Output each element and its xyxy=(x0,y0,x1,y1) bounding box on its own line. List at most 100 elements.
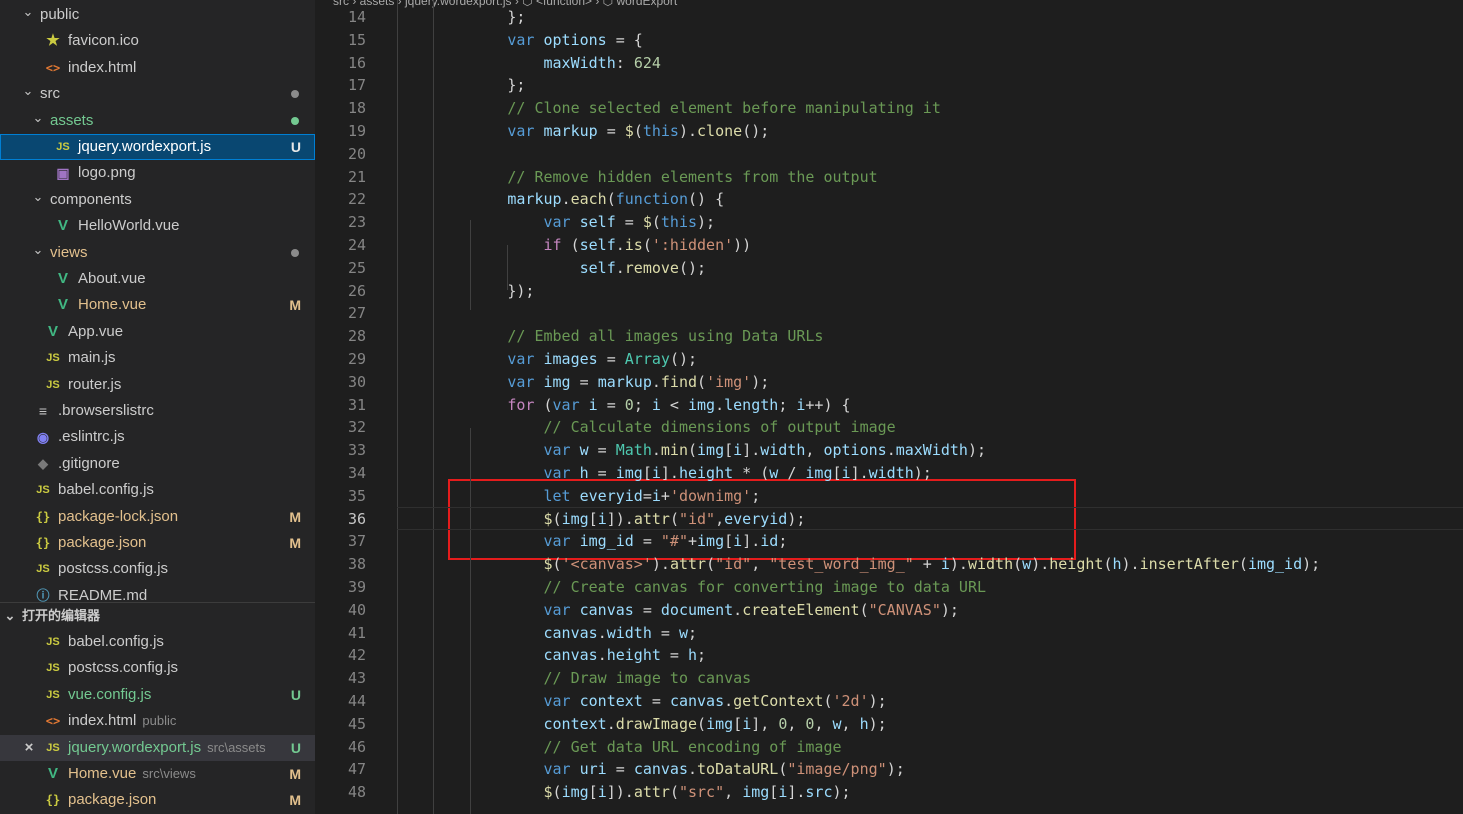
code-token: let xyxy=(399,486,580,505)
code-line[interactable]: // Calculate dimensions of output image xyxy=(399,416,1463,439)
code-token: width xyxy=(760,441,806,460)
code-line[interactable]: $(img[i]).attr("src", img[i].src); xyxy=(399,781,1463,804)
code-token: canvas xyxy=(633,760,688,779)
code-line[interactable]: let everyid=i+'downimg'; xyxy=(399,485,1463,508)
code-token: i xyxy=(651,464,661,482)
explorer-file[interactable]: V App.vue xyxy=(0,319,315,345)
explorer-file[interactable]: V Home.vue M xyxy=(0,292,315,318)
code-line[interactable]: // Clone selected element before manipul… xyxy=(399,97,1463,120)
code-line[interactable] xyxy=(399,143,1463,166)
code-line[interactable]: context.drawImage(img[i], 0, 0, w, h); xyxy=(399,713,1463,736)
code-line[interactable]: markup.each(function() { xyxy=(399,188,1463,211)
code-line[interactable]: var h = img[i].height * (w / img[i].widt… xyxy=(399,462,1463,485)
explorer-file[interactable]: V HelloWorld.vue xyxy=(0,213,315,239)
code-line[interactable]: canvas.height = h; xyxy=(399,644,1463,667)
code-token: canvas xyxy=(579,600,634,619)
explorer-file[interactable]: ⓘ README.md xyxy=(0,583,315,609)
code-line[interactable]: }; xyxy=(399,74,1463,97)
explorer-folder[interactable]: ⌄ assets xyxy=(0,108,315,134)
explorer-file[interactable]: ◉ .eslintrc.js xyxy=(0,424,315,450)
code-line[interactable]: var markup = $(this).clone(); xyxy=(399,120,1463,143)
file-label: package.json xyxy=(58,530,146,556)
explorer-folder[interactable]: ⌄ components xyxy=(0,187,315,213)
explorer-file[interactable]: × JS jquery.wordexport.js src\assets U xyxy=(0,734,315,761)
line-number: 18 xyxy=(347,99,366,118)
code-line[interactable]: $(img[i]).attr("id",everyid); xyxy=(399,508,1463,531)
explorer-file[interactable]: JS jquery.wordexport.js U xyxy=(0,134,315,160)
explorer-file[interactable]: V Home.vue src\views M xyxy=(0,761,315,787)
line-number: 43 xyxy=(347,669,366,688)
explorer-file[interactable]: JS postcss.config.js xyxy=(0,556,315,582)
line-number: 31 xyxy=(347,395,366,414)
explorer-folder[interactable]: ⌄ src xyxy=(0,81,315,107)
code-token: = xyxy=(588,441,616,460)
explorer-file[interactable]: {} package.json M xyxy=(0,787,315,813)
code-line[interactable]: var options = { xyxy=(399,29,1463,52)
code-line[interactable]: // Embed all images using Data URLs xyxy=(399,325,1463,348)
code-token: = xyxy=(633,600,661,619)
html-icon: <> xyxy=(45,714,61,729)
code-token: drawImage xyxy=(615,714,698,733)
explorer-file[interactable]: ★ favicon.ico xyxy=(0,28,315,54)
code-editor[interactable]: src › assets › jquery.wordexport.js › ⬡ … xyxy=(315,0,1463,814)
explorer-file[interactable]: <> index.html xyxy=(0,55,315,81)
chevron-down-icon: ⌄ xyxy=(32,241,44,257)
explorer-file[interactable]: JS babel.config.js xyxy=(0,629,315,655)
code-token: (); xyxy=(669,350,698,368)
code-line[interactable]: }; xyxy=(399,6,1463,29)
code-token: toDataURL xyxy=(697,760,779,779)
code-line[interactable]: var self = $(this); xyxy=(399,211,1463,234)
code-line[interactable]: var context = canvas.getContext('2d'); xyxy=(399,690,1463,713)
code-line[interactable]: $('<canvas>').attr("id", "test_word_img_… xyxy=(399,553,1463,576)
code-token: * ( xyxy=(733,464,770,482)
chevron-down-icon: ⌄ xyxy=(32,188,44,204)
explorer-file[interactable]: ▣ logo.png xyxy=(0,160,315,186)
close-icon[interactable]: × xyxy=(20,735,38,761)
code-line[interactable]: // Create canvas for converting image to… xyxy=(399,576,1463,599)
explorer-file[interactable]: {} package-lock.json M xyxy=(0,504,315,530)
code-token: ( xyxy=(669,509,679,528)
explorer-folder[interactable]: ⌄ views xyxy=(0,240,315,266)
code-line[interactable]: for (var i = 0; i < img.length; i++) { xyxy=(399,394,1463,417)
explorer-file[interactable]: ◆ .gitignore xyxy=(0,451,315,477)
code-token: = xyxy=(633,532,661,551)
code-line[interactable]: if (self.is(':hidden')) xyxy=(399,234,1463,257)
status-dot xyxy=(291,248,299,257)
code-line[interactable]: }); xyxy=(399,280,1463,303)
code-token: self xyxy=(579,236,616,254)
code-line[interactable]: // Draw image to canvas xyxy=(399,667,1463,690)
code-line[interactable]: // Get data URL encoding of image xyxy=(399,736,1463,759)
explorer-file[interactable]: JS babel.config.js xyxy=(0,477,315,503)
code-line[interactable]: var img = markup.find('img'); xyxy=(399,371,1463,394)
code-line[interactable]: var canvas = document.createElement("CAN… xyxy=(399,599,1463,622)
code-line[interactable]: var img_id = "#"+img[i].id; xyxy=(399,530,1463,553)
code-token: img_id xyxy=(1247,555,1303,574)
code-token: img xyxy=(615,464,643,482)
code-token: ( xyxy=(552,783,562,802)
explorer-file[interactable]: JS postcss.config.js xyxy=(0,655,315,681)
explorer-file[interactable]: JS router.js xyxy=(0,372,315,398)
code-token: $ xyxy=(399,783,553,802)
code-token: ); xyxy=(913,464,932,482)
explorer-file[interactable]: {} package.json M xyxy=(0,530,315,556)
code-line[interactable]: var images = Array(); xyxy=(399,348,1463,371)
explorer-file[interactable]: V About.vue xyxy=(0,266,315,292)
code-line[interactable]: canvas.width = w; xyxy=(399,622,1463,645)
explorer-file[interactable]: <> index.html public xyxy=(0,708,315,734)
code-line[interactable]: maxWidth: 624 xyxy=(399,52,1463,75)
explorer-file[interactable]: JS vue.config.js U xyxy=(0,682,315,708)
explorer-file[interactable]: ≡ .browserslistrc xyxy=(0,398,315,424)
explorer-file[interactable]: JS main.js xyxy=(0,345,315,371)
line-number: 41 xyxy=(347,623,366,642)
code-line[interactable] xyxy=(399,302,1463,325)
code-token: . xyxy=(597,646,607,665)
code-line[interactable]: // Remove hidden elements from the outpu… xyxy=(399,166,1463,189)
code-token: . xyxy=(615,258,625,277)
explorer-folder[interactable]: ⌄ public xyxy=(0,2,315,28)
code-line[interactable]: var w = Math.min(img[i].width, options.m… xyxy=(399,439,1463,462)
file-label: index.html xyxy=(68,55,136,81)
code-line[interactable]: self.remove(); xyxy=(399,257,1463,280)
code-line[interactable]: var uri = canvas.toDataURL("image/png"); xyxy=(399,758,1463,781)
code-token: ( xyxy=(778,760,788,779)
file-name: babel.config.js xyxy=(58,481,154,499)
